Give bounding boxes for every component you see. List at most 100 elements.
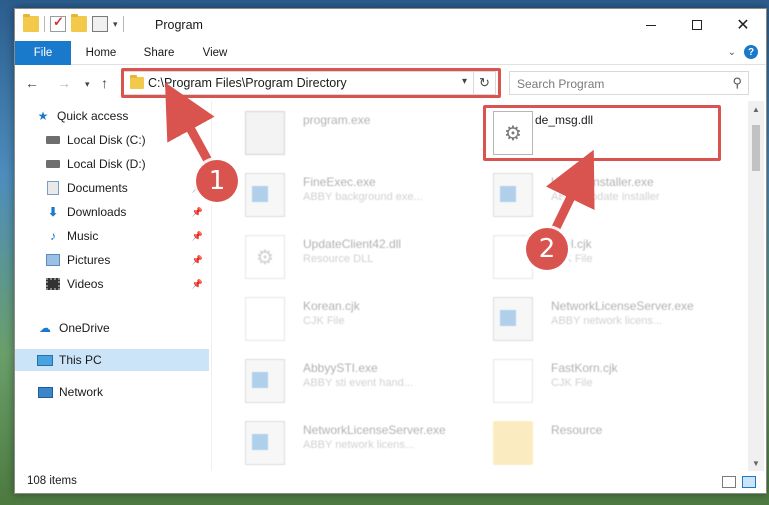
computer-icon	[37, 353, 53, 367]
pictures-icon	[45, 253, 61, 267]
tab-share[interactable]: Share	[133, 41, 185, 65]
downloads-icon: ⬇	[47, 205, 59, 219]
divider	[44, 16, 45, 32]
application-icon	[245, 359, 285, 403]
tab-view[interactable]: View	[193, 41, 237, 65]
file-item[interactable]: NetworkLicenseServer.exe ABBY network li…	[473, 291, 713, 349]
folder-icon	[493, 421, 533, 465]
file-description: ABBY background exe...	[303, 191, 423, 203]
file-item[interactable]: ⚙ UpdateClient42.dll Resource DLL	[225, 229, 465, 287]
details-view-icon[interactable]	[722, 476, 736, 488]
documents-icon	[45, 181, 61, 195]
forward-button[interactable]: →	[57, 75, 71, 91]
file-item[interactable]: NetworkLicenseServer.exe ABBY network li…	[225, 415, 465, 471]
window-controls: ✕	[628, 9, 766, 41]
sidebar-item-label: Pictures	[67, 253, 111, 267]
folder-item[interactable]: Resource	[473, 415, 713, 471]
disk-icon	[45, 133, 61, 147]
file-item[interactable]: program.exe	[225, 105, 465, 163]
file-name: FineExec.exe	[303, 175, 376, 189]
customize-icon[interactable]	[92, 16, 108, 32]
folder-icon[interactable]	[23, 14, 39, 32]
minimize-button[interactable]	[628, 9, 674, 41]
file-description: ABBY Update installer	[551, 191, 660, 203]
sidebar-item-label: Network	[59, 385, 104, 399]
search-box[interactable]: Search Program ⚲	[509, 71, 749, 95]
scroll-up-arrow-icon[interactable]: ▲	[748, 101, 764, 117]
sidebar-item-local-disk-d[interactable]: Local Disk (D:)	[45, 153, 209, 175]
sidebar-item-this-pc[interactable]: This PC	[15, 349, 209, 371]
file-item[interactable]: FastKorn.cjk CJK File	[473, 353, 713, 411]
large-icons-view-icon[interactable]	[742, 476, 756, 488]
sidebar-item-pictures[interactable]: Pictures 📌	[45, 249, 209, 271]
recent-locations-chevron-icon[interactable]: ▾	[85, 79, 90, 90]
pane-divider[interactable]	[211, 101, 212, 471]
sidebar-item-downloads[interactable]: ⬇ Downloads 📌	[45, 201, 209, 223]
scrollbar-thumb[interactable]	[752, 125, 760, 171]
back-button[interactable]: ←	[25, 75, 39, 91]
address-bar-highlight	[121, 68, 501, 98]
file-explorer-window: ▾ Program ✕ File Home Share View ⌄ ? ← →…	[14, 8, 767, 494]
maximize-icon	[692, 20, 702, 30]
target-file-highlight	[483, 105, 721, 161]
scroll-down-arrow-icon[interactable]: ▼	[748, 455, 764, 471]
step-1-callout: 1	[196, 160, 238, 202]
search-input[interactable]: Search Program	[517, 77, 604, 91]
file-description: ABBY sti event hand...	[303, 377, 413, 389]
tab-home[interactable]: Home	[75, 41, 127, 65]
pin-icon[interactable]: 📌	[192, 279, 203, 290]
pin-icon[interactable]: 📌	[192, 207, 203, 218]
sidebar-item-onedrive[interactable]: ☁ OneDrive	[37, 317, 209, 339]
help-icon[interactable]: ?	[744, 45, 758, 59]
file-name: UpdateClient42.dll	[303, 237, 402, 251]
file-name: NetworkLicenseServer.exe	[551, 299, 694, 313]
dll-file-icon: ⚙	[245, 235, 285, 279]
file-item[interactable]: AbbyySTI.exe ABBY sti event hand...	[225, 353, 465, 411]
sidebar-item-label: Quick access	[57, 109, 129, 123]
up-button[interactable]: ↑	[101, 75, 108, 91]
sidebar-item-label: Documents	[67, 181, 128, 195]
file-item[interactable]: html.cjk CJK File	[473, 229, 713, 287]
close-button[interactable]: ✕	[720, 9, 766, 41]
sidebar-item-music[interactable]: ♪ Music 📌	[45, 225, 209, 247]
file-item[interactable]: UpdateInstaller.exe ABBY Update installe…	[473, 167, 713, 225]
pin-icon[interactable]: 📌	[192, 231, 203, 242]
application-icon	[493, 173, 533, 217]
sidebar-item-local-disk-c[interactable]: Local Disk (C:)	[45, 129, 209, 151]
file-item[interactable]: FineExec.exe ABBY background exe...	[225, 167, 465, 225]
document-file-icon	[245, 297, 285, 341]
sidebar-item-documents[interactable]: Documents 📌	[45, 177, 209, 199]
file-name: UpdateInstaller.exe	[551, 175, 654, 189]
document-file-icon	[493, 359, 533, 403]
sidebar-item-label: Local Disk (C:)	[67, 133, 146, 147]
qat-dropdown-icon[interactable]: ▾	[113, 19, 118, 30]
program-file-icon	[245, 111, 285, 155]
maximize-button[interactable]	[674, 9, 720, 41]
search-icon[interactable]: ⚲	[732, 75, 742, 91]
quick-access-toolbar: ▾	[23, 14, 124, 32]
sidebar-item-quick-access[interactable]: ★ Quick access	[35, 105, 229, 127]
properties-check-icon[interactable]	[50, 14, 66, 32]
ribbon-right-controls: ⌄ ?	[728, 45, 758, 59]
file-name: Resource	[551, 423, 603, 437]
file-name: AbbyySTI.exe	[303, 361, 378, 375]
navigation-pane: ★ Quick access Local Disk (C:) Local Dis…	[15, 101, 211, 471]
sidebar-item-videos[interactable]: Videos 📌	[45, 273, 209, 295]
vertical-scrollbar[interactable]: ▲ ▼	[748, 101, 764, 471]
application-icon	[245, 421, 285, 465]
pin-icon[interactable]: 📌	[192, 255, 203, 266]
expand-ribbon-icon[interactable]: ⌄	[728, 47, 736, 58]
file-description: CJK File	[303, 315, 345, 327]
sidebar-item-label: Downloads	[67, 205, 127, 219]
file-name: NetworkLicenseServer.exe	[303, 423, 446, 437]
status-bar: 108 items	[15, 471, 766, 493]
file-name: program.exe	[303, 113, 371, 127]
step-2-callout: 2	[526, 228, 568, 270]
sidebar-item-network[interactable]: Network	[37, 381, 209, 403]
minimize-icon	[646, 24, 656, 26]
tab-file[interactable]: File	[15, 41, 71, 65]
file-item[interactable]: Korean.cjk CJK File	[225, 291, 465, 349]
new-folder-icon[interactable]	[71, 14, 87, 32]
sidebar-item-label: This PC	[59, 353, 102, 367]
application-icon	[245, 173, 285, 217]
